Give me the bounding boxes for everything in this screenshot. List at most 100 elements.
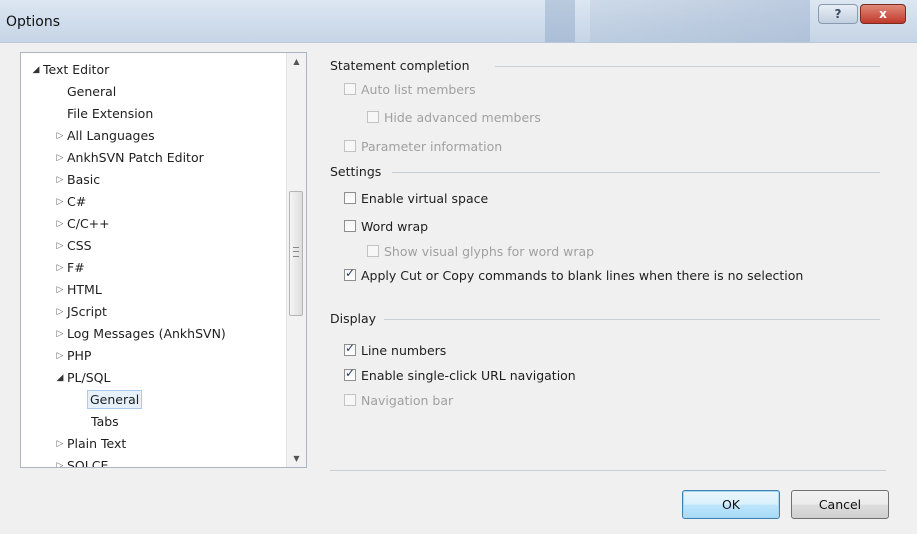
close-button[interactable]: x: [860, 4, 906, 24]
tree-scrollbar[interactable]: ▲ ▼: [286, 53, 306, 467]
display-header: Display: [330, 311, 377, 326]
expand-closed-icon[interactable]: ▷: [55, 191, 65, 213]
tree-item-label: AnkhSVN Patch Editor: [67, 150, 204, 165]
single-click-url-checkbox[interactable]: [344, 366, 356, 381]
tree-item-ankhsvn-patch-editor[interactable]: ▷ AnkhSVN Patch Editor: [57, 147, 204, 169]
scroll-thumb[interactable]: [289, 191, 303, 316]
tree-item-label: General: [87, 390, 143, 409]
settings-panel: Statement completion Auto list members H…: [320, 52, 900, 472]
expand-closed-icon[interactable]: ▷: [55, 235, 65, 257]
word-wrap-option[interactable]: Word wrap: [344, 216, 428, 236]
tree-item-all-languages[interactable]: ▷ All Languages: [57, 125, 155, 147]
tree-item-label: PL/SQL: [67, 370, 111, 385]
tree-item-label: HTML: [67, 282, 102, 297]
tree-item-plsql-tabs[interactable]: Tabs: [91, 411, 119, 433]
expand-open-icon[interactable]: ◢: [31, 59, 41, 81]
settings-header: Settings: [330, 164, 382, 179]
tree-item-plsql[interactable]: ◢ PL/SQL: [57, 367, 111, 389]
title-bar[interactable]: Options ? x: [0, 0, 917, 43]
tree-item-html[interactable]: ▷ HTML: [57, 279, 102, 301]
scroll-down-arrow-icon[interactable]: ▼: [287, 450, 306, 467]
tree-item-label: C/C++: [67, 216, 110, 231]
cancel-button[interactable]: Cancel: [791, 490, 889, 519]
tree-item-label: General: [67, 84, 117, 99]
options-dialog: Options ? x ◢ Text Editor General File E…: [0, 0, 917, 534]
window-title: Options: [6, 14, 61, 30]
expand-closed-icon[interactable]: ▷: [55, 455, 65, 467]
background-window-blur: [590, 0, 810, 42]
group-divider: [495, 66, 880, 67]
word-wrap-checkbox[interactable]: [344, 220, 356, 232]
button-area-divider: [330, 470, 886, 471]
tree-item-basic[interactable]: ▷ Basic: [57, 169, 101, 191]
tree-item-file-extension[interactable]: File Extension: [67, 103, 153, 125]
tree-item-label: Basic: [67, 172, 101, 187]
parameter-information-option[interactable]: Parameter information: [344, 136, 502, 156]
line-numbers-option[interactable]: Line numbers: [344, 340, 446, 360]
options-tree[interactable]: ◢ Text Editor General File Extension ▷ A…: [20, 52, 307, 468]
expand-closed-icon[interactable]: ▷: [55, 257, 65, 279]
apply-cut-copy-option[interactable]: Apply Cut or Copy commands to blank line…: [344, 265, 803, 285]
tree-item-cpp[interactable]: ▷ C/C++: [57, 213, 110, 235]
tree-item-label: CSS: [67, 238, 92, 253]
expand-closed-icon[interactable]: ▷: [55, 213, 65, 235]
tree-item-label: Text Editor: [43, 62, 110, 77]
background-window-blur: [545, 0, 575, 42]
tree-item-plsql-general[interactable]: General: [87, 389, 143, 411]
tree-item-css[interactable]: ▷ CSS: [57, 235, 92, 257]
ok-button[interactable]: OK: [682, 490, 780, 519]
help-button[interactable]: ?: [818, 4, 858, 24]
tree-item-text-editor[interactable]: ◢ Text Editor: [33, 59, 110, 81]
group-divider: [392, 172, 880, 173]
single-click-url-option[interactable]: Enable single-click URL navigation: [344, 365, 576, 385]
hide-advanced-members-checkbox[interactable]: [367, 111, 379, 123]
navigation-bar-checkbox[interactable]: [344, 394, 356, 406]
tree-item-plain-text[interactable]: ▷ Plain Text: [57, 433, 127, 455]
group-divider: [384, 319, 880, 320]
tree-item-label: Plain Text: [67, 436, 127, 451]
option-label: Enable single-click URL navigation: [361, 367, 576, 383]
expand-closed-icon[interactable]: ▷: [55, 125, 65, 147]
tree-item-label: PHP: [67, 348, 92, 363]
tree-item-solce[interactable]: ▷ SOLCE: [57, 455, 109, 468]
auto-list-members-checkbox[interactable]: [344, 83, 356, 95]
hide-advanced-members-option[interactable]: Hide advanced members: [367, 107, 541, 127]
expand-closed-icon[interactable]: ▷: [55, 169, 65, 191]
tree-item-label: F#: [67, 260, 85, 275]
tree-item-general[interactable]: General: [67, 81, 116, 103]
expand-closed-icon[interactable]: ▷: [55, 279, 65, 301]
tree-item-label: Log Messages (AnkhSVN): [67, 326, 226, 341]
option-label: Auto list members: [361, 81, 476, 97]
option-label: Navigation bar: [361, 392, 454, 408]
auto-list-members-option[interactable]: Auto list members: [344, 79, 476, 99]
tree-item-jscript[interactable]: ▷ JScript: [57, 301, 107, 323]
tree-item-label: SOLCE: [67, 458, 109, 468]
tree-item-label: File Extension: [67, 106, 154, 121]
tree-item-csharp[interactable]: ▷ C#: [57, 191, 87, 213]
expand-closed-icon[interactable]: ▷: [55, 433, 65, 455]
option-label: Hide advanced members: [384, 109, 541, 125]
tree-item-php[interactable]: ▷ PHP: [57, 345, 92, 367]
enable-virtual-space-checkbox[interactable]: [344, 192, 356, 204]
option-label: Line numbers: [361, 342, 447, 358]
option-label: Parameter information: [361, 138, 503, 154]
tree-item-label: All Languages: [67, 128, 155, 143]
option-label: Enable virtual space: [361, 190, 489, 206]
tree-item-log-messages[interactable]: ▷ Log Messages (AnkhSVN): [57, 323, 226, 345]
apply-cut-copy-checkbox[interactable]: [344, 266, 356, 281]
expand-closed-icon[interactable]: ▷: [55, 323, 65, 345]
expand-open-icon[interactable]: ◢: [55, 367, 65, 389]
expand-closed-icon[interactable]: ▷: [55, 345, 65, 367]
parameter-information-checkbox[interactable]: [344, 140, 356, 152]
navigation-bar-option[interactable]: Navigation bar: [344, 390, 453, 410]
option-label: Show visual glyphs for word wrap: [384, 243, 595, 259]
expand-closed-icon[interactable]: ▷: [55, 147, 65, 169]
option-label: Apply Cut or Copy commands to blank line…: [361, 267, 804, 283]
enable-virtual-space-option[interactable]: Enable virtual space: [344, 188, 488, 208]
line-numbers-checkbox[interactable]: [344, 341, 356, 356]
show-visual-glyphs-checkbox[interactable]: [367, 245, 379, 257]
tree-item-fsharp[interactable]: ▷ F#: [57, 257, 85, 279]
show-visual-glyphs-option[interactable]: Show visual glyphs for word wrap: [367, 241, 594, 261]
scroll-up-arrow-icon[interactable]: ▲: [287, 53, 306, 70]
expand-closed-icon[interactable]: ▷: [55, 301, 65, 323]
